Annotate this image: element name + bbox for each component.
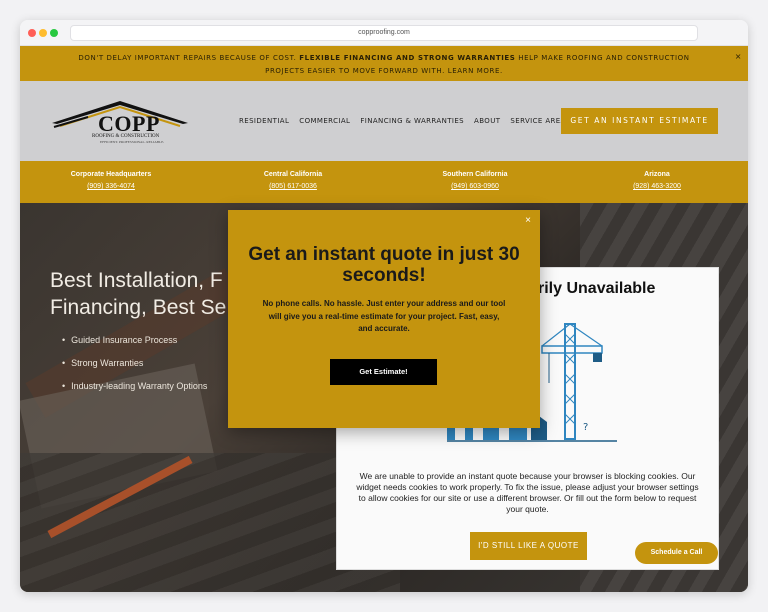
location-item: Southern California (949) 603-0960 — [400, 171, 550, 203]
browser-window: copproofing.com DON'T DELAY IMPORTANT RE… — [20, 20, 748, 592]
logo-tagline: EFFICIENT. PROFESSIONAL. RELIABLE. — [100, 140, 165, 144]
widget-heading: rily Unavailable — [538, 280, 656, 297]
announcement-close-icon[interactable]: × — [735, 50, 742, 63]
close-window-icon[interactable] — [28, 29, 36, 37]
get-estimate-button[interactable]: Get Estimate! — [330, 359, 437, 385]
logo-subtitle: ROOFING & CONSTRUCTION — [92, 134, 160, 139]
site-header: COPP ROOFING & CONSTRUCTION EFFICIENT. P… — [20, 81, 748, 161]
modal-title: Get an instant quote in just 30 seconds! — [248, 244, 520, 286]
hero-bullet: Strong Warranties — [62, 358, 207, 368]
instant-estimate-button[interactable]: GET AN INSTANT ESTIMATE — [561, 108, 718, 134]
nav-item-residential[interactable]: RESIDENTIAL — [239, 117, 289, 125]
hero-title-line: Best Installation, F — [50, 269, 223, 292]
location-phone-link[interactable]: (805) 617-0036 — [218, 183, 368, 190]
location-item: Corporate Headquarters (909) 336-4074 — [36, 171, 186, 203]
svg-text:?: ? — [583, 422, 588, 433]
announcement-bar: DON'T DELAY IMPORTANT REPAIRS BECAUSE OF… — [20, 46, 748, 81]
nav-item-financing[interactable]: FINANCING & WARRANTIES — [360, 117, 464, 125]
nav-item-commercial[interactable]: COMMERCIAL — [299, 117, 350, 125]
location-name: Arizona — [644, 171, 670, 178]
nav-item-about[interactable]: ABOUT — [474, 117, 500, 125]
modal-description: No phone calls. No hassle. Just enter yo… — [262, 299, 506, 333]
location-item: Arizona (928) 463-3200 — [582, 171, 732, 203]
maximize-window-icon[interactable] — [50, 29, 58, 37]
hero-title: Best Installation, F Financing, Best Se — [50, 267, 226, 321]
locations-bar: Corporate Headquarters (909) 336-4074 Ce… — [20, 161, 748, 203]
location-name: Corporate Headquarters — [70, 171, 152, 178]
company-logo[interactable]: COPP ROOFING & CONSTRUCTION EFFICIENT. P… — [50, 99, 190, 145]
main-nav: RESIDENTIAL COMMERCIAL FINANCING & WARRA… — [239, 117, 571, 125]
still-want-quote-button[interactable]: I'D STILL LIKE A QUOTE — [470, 532, 587, 560]
cookie-warning-message: We are unable to provide an instant quot… — [356, 471, 699, 514]
address-bar[interactable]: copproofing.com — [70, 25, 698, 41]
learn-more-link[interactable]: LEARN MORE. — [448, 67, 503, 75]
announcement-bold-text: FLEXIBLE FINANCING AND STRONG WARRANTIES — [299, 54, 516, 62]
location-phone-link[interactable]: (949) 603-0960 — [400, 183, 550, 190]
location-name: Southern California — [442, 171, 508, 178]
announcement-text: DON'T DELAY IMPORTANT REPAIRS BECAUSE OF… — [78, 54, 297, 62]
modal-close-icon[interactable]: × — [522, 215, 534, 227]
schedule-call-button[interactable]: Schedule a Call — [635, 542, 718, 564]
location-phone-link[interactable]: (909) 336-4074 — [36, 183, 186, 190]
quote-modal: × Get an instant quote in just 30 second… — [228, 210, 540, 428]
minimize-window-icon[interactable] — [39, 29, 47, 37]
browser-chrome: copproofing.com — [20, 20, 748, 46]
hero-title-line: Financing, Best Se — [50, 296, 227, 319]
hero-bullet: Guided Insurance Process — [62, 335, 207, 345]
hero-bullet-list: Guided Insurance Process Strong Warranti… — [62, 335, 207, 404]
hero-bullet: Industry-leading Warranty Options — [62, 381, 207, 391]
location-name: Central California — [263, 171, 323, 178]
location-phone-link[interactable]: (928) 463-3200 — [582, 183, 732, 190]
location-item: Central California (805) 617-0036 — [218, 171, 368, 203]
